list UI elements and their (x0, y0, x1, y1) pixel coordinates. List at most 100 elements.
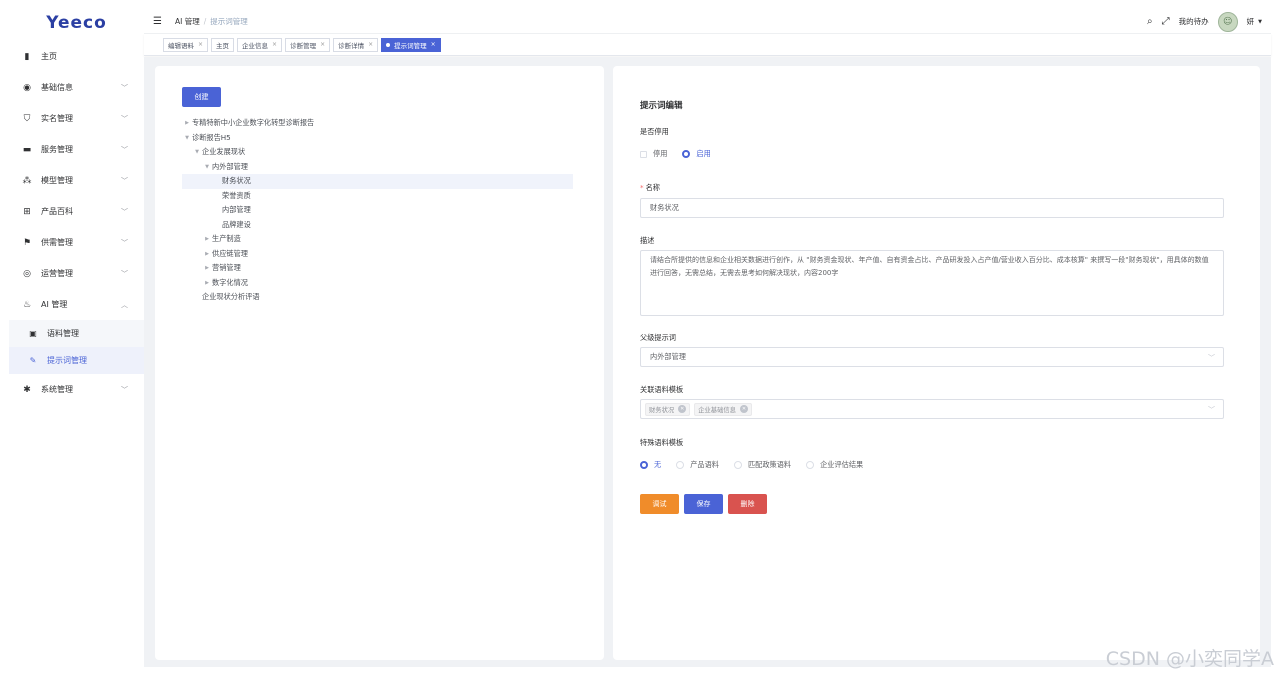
sidebar-item-label: 提示词管理 (47, 356, 87, 365)
tree-node[interactable]: ▶ 专精特新中小企业数字化转型诊断报告 (182, 116, 573, 131)
create-button[interactable]: 创建 (182, 87, 221, 107)
parent-prompt-select[interactable]: 内外部管理 ﹀ (640, 347, 1224, 367)
tree-node-label: 专精特新中小企业数字化转型诊断报告 (192, 118, 315, 128)
templates-label: 关联语料模板 (640, 385, 684, 394)
close-icon[interactable]: × (431, 41, 436, 48)
user-name: 妍 (1246, 17, 1255, 26)
menu-fold-icon[interactable]: ☰ (153, 16, 165, 27)
sidebar-item-system[interactable]: ✱ 系统管理 ﹀ (9, 374, 144, 405)
sidebar-item-basic-info[interactable]: ◉ 基础信息 ﹀ (9, 72, 144, 103)
sidebar-item-ai[interactable]: ♨ AI 管理 ︿ (9, 289, 144, 320)
search-icon[interactable]: ⌕ (1147, 16, 1153, 27)
sidebar-item-model[interactable]: ⁂ 模型管理 ﹀ (9, 165, 144, 196)
save-button[interactable]: 保存 (684, 494, 723, 514)
radio-circle (676, 461, 685, 469)
tree-node[interactable]: ▶ 营销管理 (182, 261, 573, 276)
ai-submenu: ▣ 语料管理 ✎ 提示词管理 (9, 320, 144, 374)
sidebar-item-corpus[interactable]: ▣ 语料管理 (9, 320, 144, 347)
special-option-policy[interactable]: 匹配政策语料 (733, 460, 792, 470)
tag-edit-corpus[interactable]: 编辑语料 × (163, 37, 209, 52)
gear-icon: ✱ (23, 384, 31, 395)
close-icon[interactable]: ✕ (678, 405, 687, 413)
tree-node[interactable]: ▶ 供应链管理 (182, 247, 573, 262)
sidebar-item-operation[interactable]: ◎ 运营管理 ﹀ (9, 258, 144, 289)
close-icon[interactable]: × (198, 41, 203, 48)
tree-node[interactable]: 品牌建设 (182, 218, 573, 233)
user-menu[interactable]: 妍 ▼ (1247, 16, 1262, 27)
tag-prompt-management[interactable]: 提示词管理 × (381, 37, 441, 52)
active-dot (386, 42, 391, 47)
debug-button[interactable]: 调试 (640, 494, 679, 514)
avatar[interactable]: ☺ (1217, 11, 1238, 32)
cart-icon: ⊞ (23, 206, 31, 217)
sidebar-item-home[interactable]: ▮ 主页 (9, 41, 144, 72)
tag-enterprise-info[interactable]: 企业信息 × (237, 37, 283, 52)
disable-option[interactable]: 停用 (640, 149, 667, 159)
header-actions: ⌕ ⤢ 我的待办 ☺ 妍 ▼ (1147, 9, 1262, 34)
option-label: 启用 (696, 149, 711, 158)
close-icon[interactable]: × (320, 41, 325, 48)
sidebar-item-supply[interactable]: ⚑ 供需管理 ﹀ (9, 227, 144, 258)
caret-right-icon[interactable]: ▶ (202, 280, 212, 286)
tree-node-label: 内部管理 (222, 205, 251, 215)
todo-link[interactable]: 我的待办 (1179, 16, 1209, 27)
tree-node-label: 企业现状分析评语 (202, 292, 260, 302)
caret-right-icon[interactable]: ▶ (182, 120, 192, 126)
chevron-down-icon: ﹀ (121, 208, 128, 216)
special-option-product[interactable]: 产品语料 (676, 460, 719, 470)
templates-multiselect[interactable]: 财务状况 ✕ 企业基础信息 ✕ ﹀ (640, 399, 1224, 419)
tree-node[interactable]: ▼ 诊断报告H5 (182, 131, 573, 146)
sidebar-item-label: AI 管理 (41, 300, 68, 309)
caret-right-icon[interactable]: ▶ (202, 236, 212, 242)
sidebar-item-product[interactable]: ⊞ 产品百科 ﹀ (9, 196, 144, 227)
disable-radio-group: 停用 启用 (640, 149, 726, 159)
breadcrumb-item[interactable]: AI 管理 (175, 16, 200, 27)
tree-node[interactable]: ▼ 企业发展现状 (182, 145, 573, 160)
tree-node[interactable]: 企业现状分析评语 (182, 290, 573, 305)
prompt-tree-panel: 创建 ▶ 专精特新中小企业数字化转型诊断报告 ▼ 诊断报告H5 ▼ 企业发展现状 ▼ 内… (155, 66, 604, 660)
sidebar-item-label: 产品百科 (41, 207, 73, 216)
ai-icon: ♨ (22, 299, 32, 310)
caret-down-icon[interactable]: ▼ (202, 164, 212, 170)
close-icon[interactable]: × (368, 41, 373, 48)
caret-down-icon[interactable]: ▼ (182, 135, 192, 141)
close-icon[interactable]: × (272, 41, 277, 48)
radio-circle (806, 461, 815, 469)
globe-icon: ◉ (23, 82, 31, 93)
fullscreen-icon[interactable]: ⤢ (1162, 16, 1170, 27)
option-label: 匹配政策语料 (747, 460, 792, 469)
description-textarea[interactable]: 请结合所提供的信息和企业相关数据进行创作，从 "财务资金现状、年产值、自有资金占… (640, 250, 1224, 316)
sidebar-item-service[interactable]: ▬ 服务管理 ﹀ (9, 134, 144, 165)
radio-circle (733, 461, 742, 469)
sidebar-item-prompt[interactable]: ✎ 提示词管理 (9, 347, 144, 374)
tree-node-label: 企业发展现状 (202, 147, 246, 157)
caret-down-icon[interactable]: ▼ (192, 149, 202, 155)
sidebar-item-real-name[interactable]: ⛉ 实名管理 ﹀ (9, 103, 144, 134)
chevron-down-icon: ﹀ (121, 386, 128, 394)
special-option-assessment[interactable]: 企业评估结果 (806, 460, 863, 470)
name-input[interactable]: 财务状况 (640, 198, 1224, 218)
close-icon[interactable]: ✕ (739, 405, 748, 413)
chevron-down-icon: ﹀ (121, 270, 128, 278)
chevron-down-icon: ﹀ (121, 239, 128, 247)
tree-node[interactable]: ▶ 生产制造 (182, 232, 573, 247)
tag-diagnosis[interactable]: 诊断管理 × (285, 37, 331, 52)
tree-node[interactable]: ▶ 数字化情况 (182, 276, 573, 291)
caret-right-icon[interactable]: ▶ (202, 265, 212, 271)
tag-label: 企业信息 (242, 41, 269, 50)
tag-home[interactable]: 主页 (211, 37, 235, 52)
tag-diagnosis-detail[interactable]: 诊断详情 × (333, 37, 379, 52)
chevron-down-icon: ﹀ (121, 115, 128, 123)
caret-right-icon[interactable]: ▶ (202, 251, 212, 257)
tree-node[interactable]: ▼ 内外部管理 (182, 160, 573, 175)
tree-node[interactable]: 荣誉资质 (182, 189, 573, 204)
enable-option[interactable]: 启用 (682, 149, 711, 159)
delete-button[interactable]: 删除 (728, 494, 767, 514)
tree-node-label: 品牌建设 (222, 219, 251, 229)
breadcrumb-current: 提示词管理 (210, 16, 248, 26)
tree-node-selected[interactable]: 财务状况 (182, 174, 573, 189)
tree-node[interactable]: 内部管理 (182, 203, 573, 218)
tree-node-label: 荣誉资质 (222, 190, 251, 200)
chevron-down-icon: ﹀ (121, 177, 128, 185)
special-option-none[interactable]: 无 (640, 460, 661, 470)
